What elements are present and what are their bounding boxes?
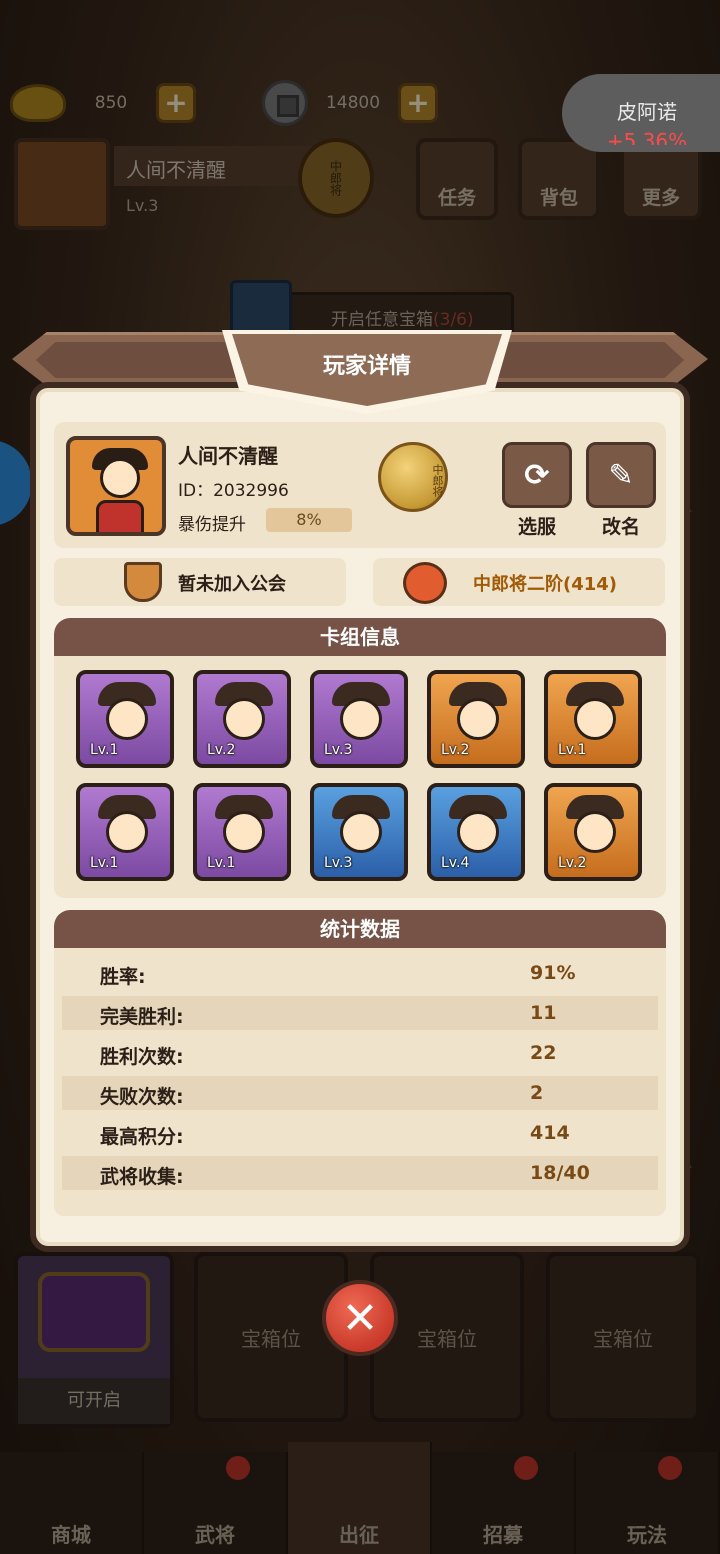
hero-card[interactable]: Lv.2 (544, 783, 642, 881)
dialog-notch (684, 504, 692, 518)
stats-section: 统计数据 胜率: 91% 完美胜利: 11 胜利次数: 22 失败次数: 2 最高积分: 414 武… (54, 910, 666, 1216)
stat-value: 18/40 (530, 1162, 590, 1184)
player-name: 人间不清醒 (178, 444, 278, 468)
hero-portrait-icon (457, 698, 499, 740)
hero-card[interactable]: Lv.1 (193, 783, 291, 881)
stat-label: 完美胜利: (100, 1006, 184, 1028)
stock-change: +5.36% (606, 129, 688, 145)
hero-card-level: Lv.2 (558, 855, 587, 871)
stat-row: 胜利次数: 22 (62, 1036, 658, 1070)
stat-value: 11 (530, 1002, 557, 1024)
hero-card-level: Lv.1 (558, 742, 587, 758)
deck-section: 卡组信息 Lv.1 Lv.2 Lv.3 Lv.2 Lv.1 Lv.1 Lv.1 Lv.3 Lv.… (54, 618, 666, 898)
rename-label: 改名 (601, 516, 640, 538)
shield-icon (124, 562, 162, 602)
hero-portrait-icon (340, 698, 382, 740)
hero-card-level: Lv.2 (441, 742, 470, 758)
hero-portrait-icon (223, 811, 265, 853)
hero-card[interactable]: Lv.2 (193, 670, 291, 768)
rank-medal-icon: 中郎将 (378, 442, 448, 512)
refresh-icon: ⟳ (524, 457, 550, 493)
stat-row: 失败次数: 2 (62, 1076, 658, 1110)
stat-label: 失败次数: (100, 1086, 184, 1108)
hero-card-level: Lv.1 (207, 855, 236, 871)
stat-label: 最高积分: (100, 1126, 184, 1148)
player-avatar (66, 436, 166, 536)
stat-value: 91% (530, 962, 576, 984)
crit-damage-label: 暴伤提升 (178, 515, 246, 535)
pouch-icon (403, 562, 447, 604)
hero-portrait-icon (106, 698, 148, 740)
guild-status: 暂未加入公会 (178, 574, 286, 595)
guild-box[interactable]: 暂未加入公会 (54, 558, 346, 606)
hero-card-level: Lv.2 (207, 742, 236, 758)
close-button[interactable]: ✕ (322, 1280, 398, 1356)
stat-label: 胜利次数: (100, 1046, 184, 1068)
hero-card[interactable]: Lv.2 (427, 670, 525, 768)
dialog-notch (684, 1160, 692, 1174)
stat-label: 武将收集: (100, 1166, 184, 1188)
pencil-icon: ✎ (608, 457, 634, 493)
hero-card[interactable]: Lv.3 (310, 783, 408, 881)
player-id: ID：2032996 (178, 481, 289, 501)
switch-server-label: 选服 (517, 516, 556, 538)
hero-portrait-icon (574, 811, 616, 853)
deck-section-title: 卡组信息 (54, 618, 666, 656)
hero-card[interactable]: Lv.1 (76, 670, 174, 768)
crit-damage-value: 8% (266, 508, 352, 532)
hero-portrait-icon (574, 698, 616, 740)
stock-ticker-popup[interactable]: 皮阿诺 +5.36% (562, 74, 720, 152)
stat-label: 胜率: (100, 966, 146, 988)
hero-portrait-icon (457, 811, 499, 853)
stat-value: 22 (530, 1042, 557, 1064)
stat-row: 武将收集: 18/40 (62, 1156, 658, 1190)
stats-section-title: 统计数据 (54, 910, 666, 948)
hero-card-level: Lv.3 (324, 742, 353, 758)
rename-button[interactable]: ✎ (586, 442, 656, 508)
hero-card[interactable]: Lv.4 (427, 783, 525, 881)
rank-title: 中郎将二阶(414) (473, 574, 618, 595)
hero-card-level: Lv.3 (324, 855, 353, 871)
rank-box: 中郎将二阶(414) (373, 558, 665, 606)
hero-card[interactable]: Lv.1 (544, 670, 642, 768)
close-icon: ✕ (341, 1292, 379, 1344)
player-info-card: 人间不清醒 ID：2032996 暴伤提升 8% 中郎将 ⟳ 选服 ✎ 改名 (54, 422, 666, 548)
hero-portrait-icon (223, 698, 265, 740)
switch-server-button[interactable]: ⟳ (502, 442, 572, 508)
stat-value: 2 (530, 1082, 544, 1104)
stat-row: 胜率: 91% (62, 956, 658, 990)
hero-card[interactable]: Lv.3 (310, 670, 408, 768)
stat-value: 414 (530, 1122, 570, 1144)
dialog-notch (28, 462, 36, 476)
hero-card-level: Lv.1 (90, 742, 119, 758)
hero-card-level: Lv.4 (441, 855, 470, 871)
hero-card[interactable]: Lv.1 (76, 783, 174, 881)
hero-portrait-icon (106, 811, 148, 853)
hero-portrait-icon (340, 811, 382, 853)
rank-medal-text: 中郎将 (431, 463, 444, 497)
stat-row: 完美胜利: 11 (62, 996, 658, 1030)
stock-name: 皮阿诺 (617, 100, 677, 124)
stat-row: 最高积分: 414 (62, 1116, 658, 1150)
hero-card-level: Lv.1 (90, 855, 119, 871)
